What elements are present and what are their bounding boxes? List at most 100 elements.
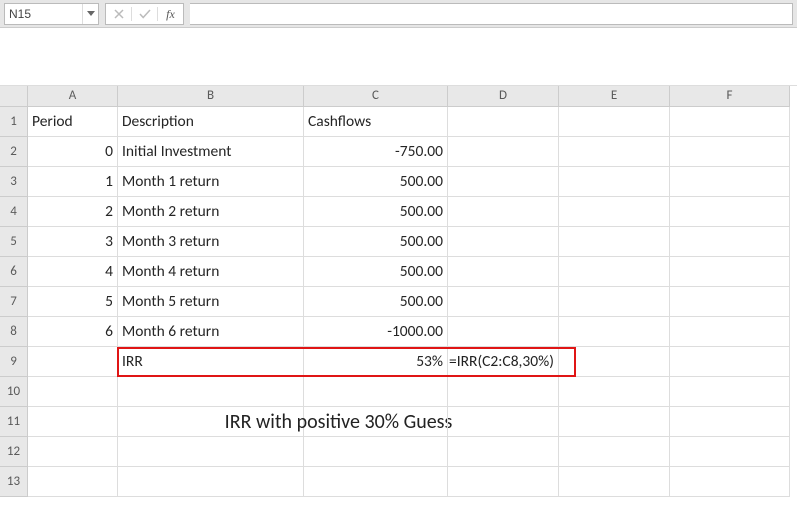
- row-header-2[interactable]: 2: [0, 137, 28, 167]
- cell-D7[interactable]: [448, 287, 559, 317]
- name-box[interactable]: [4, 3, 99, 25]
- cell-A2[interactable]: 0: [28, 137, 118, 167]
- cell-C12[interactable]: [304, 437, 448, 467]
- cell-B2[interactable]: Initial Investment: [118, 137, 304, 167]
- cell-B8[interactable]: Month 6 return: [118, 317, 304, 347]
- cell-A7[interactable]: 5: [28, 287, 118, 317]
- cell-A5[interactable]: 3: [28, 227, 118, 257]
- formula-input[interactable]: [190, 3, 793, 25]
- cell-A9[interactable]: [28, 347, 118, 377]
- cell-D6[interactable]: [448, 257, 559, 287]
- cell-E8[interactable]: [559, 317, 670, 347]
- cell-B7[interactable]: Month 5 return: [118, 287, 304, 317]
- row-header-8[interactable]: 8: [0, 317, 28, 347]
- cell-D3[interactable]: [448, 167, 559, 197]
- cell-D2[interactable]: [448, 137, 559, 167]
- col-header-D[interactable]: D: [448, 86, 559, 107]
- row-header-13[interactable]: 13: [0, 467, 28, 497]
- cell-A10[interactable]: [28, 377, 118, 407]
- select-all-corner[interactable]: [0, 86, 28, 107]
- cell-E6[interactable]: [559, 257, 670, 287]
- cell-E10[interactable]: [559, 377, 670, 407]
- cell-C6[interactable]: 500.00: [304, 257, 448, 287]
- cell-A4[interactable]: 2: [28, 197, 118, 227]
- cell-C1[interactable]: Cashflows: [304, 107, 448, 137]
- cell-A3[interactable]: 1: [28, 167, 118, 197]
- cell-F1[interactable]: [670, 107, 790, 137]
- cell-C4[interactable]: 500.00: [304, 197, 448, 227]
- row-header-9[interactable]: 9: [0, 347, 28, 377]
- cell-C11[interactable]: [304, 407, 448, 437]
- row-header-6[interactable]: 6: [0, 257, 28, 287]
- cell-B13[interactable]: [118, 467, 304, 497]
- col-header-E[interactable]: E: [559, 86, 670, 107]
- cell-A12[interactable]: [28, 437, 118, 467]
- cell-F5[interactable]: [670, 227, 790, 257]
- cell-B4[interactable]: Month 2 return: [118, 197, 304, 227]
- cell-D8[interactable]: [448, 317, 559, 347]
- cell-C3[interactable]: 500.00: [304, 167, 448, 197]
- cell-F7[interactable]: [670, 287, 790, 317]
- cell-B9[interactable]: IRR: [118, 347, 304, 377]
- cell-F6[interactable]: [670, 257, 790, 287]
- col-header-A[interactable]: A: [28, 86, 118, 107]
- cell-E2[interactable]: [559, 137, 670, 167]
- cell-E7[interactable]: [559, 287, 670, 317]
- name-box-input[interactable]: [5, 7, 82, 21]
- row-header-5[interactable]: 5: [0, 227, 28, 257]
- row-header-4[interactable]: 4: [0, 197, 28, 227]
- cell-E9[interactable]: [559, 347, 670, 377]
- row-header-7[interactable]: 7: [0, 287, 28, 317]
- chevron-down-icon[interactable]: [82, 4, 98, 24]
- col-header-F[interactable]: F: [670, 86, 790, 107]
- cell-A8[interactable]: 6: [28, 317, 118, 347]
- cell-E11[interactable]: [559, 407, 670, 437]
- cell-C7[interactable]: 500.00: [304, 287, 448, 317]
- cell-D9[interactable]: =IRR(C2:C8,30%): [448, 347, 559, 377]
- cell-B6[interactable]: Month 4 return: [118, 257, 304, 287]
- cell-D4[interactable]: [448, 197, 559, 227]
- cell-F4[interactable]: [670, 197, 790, 227]
- row-header-10[interactable]: 10: [0, 377, 28, 407]
- cell-E13[interactable]: [559, 467, 670, 497]
- cell-E4[interactable]: [559, 197, 670, 227]
- row-header-3[interactable]: 3: [0, 167, 28, 197]
- col-header-B[interactable]: B: [118, 86, 304, 107]
- cell-E12[interactable]: [559, 437, 670, 467]
- cell-C8[interactable]: -1000.00: [304, 317, 448, 347]
- cell-C9[interactable]: 53%: [304, 347, 448, 377]
- cell-F13[interactable]: [670, 467, 790, 497]
- cell-B11[interactable]: IRR with positive 30% Guess: [118, 407, 304, 437]
- cell-F10[interactable]: [670, 377, 790, 407]
- row-header-11[interactable]: 11: [0, 407, 28, 437]
- cell-D1[interactable]: [448, 107, 559, 137]
- cell-D10[interactable]: [448, 377, 559, 407]
- cell-F8[interactable]: [670, 317, 790, 347]
- cell-E1[interactable]: [559, 107, 670, 137]
- cell-F2[interactable]: [670, 137, 790, 167]
- cell-D11[interactable]: [448, 407, 559, 437]
- cell-B1[interactable]: Description: [118, 107, 304, 137]
- cell-B3[interactable]: Month 1 return: [118, 167, 304, 197]
- row-header-12[interactable]: 12: [0, 437, 28, 467]
- cell-A6[interactable]: 4: [28, 257, 118, 287]
- cell-E3[interactable]: [559, 167, 670, 197]
- col-header-C[interactable]: C: [304, 86, 448, 107]
- cell-E5[interactable]: [559, 227, 670, 257]
- cell-F3[interactable]: [670, 167, 790, 197]
- cell-F11[interactable]: [670, 407, 790, 437]
- cell-C13[interactable]: [304, 467, 448, 497]
- cell-D5[interactable]: [448, 227, 559, 257]
- insert-function-icon[interactable]: fx: [158, 4, 183, 24]
- cell-C5[interactable]: 500.00: [304, 227, 448, 257]
- cell-A1[interactable]: Period: [28, 107, 118, 137]
- cell-D13[interactable]: [448, 467, 559, 497]
- cell-B5[interactable]: Month 3 return: [118, 227, 304, 257]
- cell-F12[interactable]: [670, 437, 790, 467]
- cell-D12[interactable]: [448, 437, 559, 467]
- cell-A11[interactable]: [28, 407, 118, 437]
- row-header-1[interactable]: 1: [0, 107, 28, 137]
- cell-B12[interactable]: [118, 437, 304, 467]
- cell-C2[interactable]: -750.00: [304, 137, 448, 167]
- cell-C10[interactable]: [304, 377, 448, 407]
